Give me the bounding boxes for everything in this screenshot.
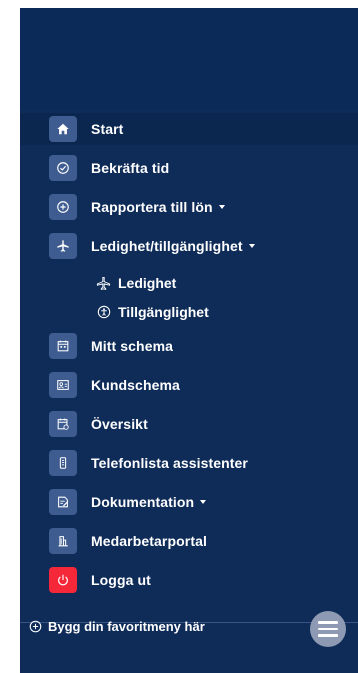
menu-item-label: Dokumentation (91, 494, 207, 510)
phone-list-icon (49, 450, 77, 476)
submenu-item-label: Tillgänglighet (118, 304, 209, 320)
document-edit-icon (49, 489, 77, 515)
customer-schedule-icon (49, 372, 77, 398)
plus-circle-icon (49, 194, 77, 220)
chevron-down-icon (248, 244, 255, 248)
menu-item-label: Ledighet/tillgänglighet (91, 238, 255, 254)
menu-item-start[interactable]: Start (20, 113, 358, 145)
airplane-icon (96, 276, 111, 291)
hamburger-menu-icon[interactable] (310, 611, 346, 647)
airplane-icon (49, 233, 77, 259)
menu-item-mitt-schema[interactable]: Mitt schema (20, 330, 358, 362)
menu-item-label: Mitt schema (91, 338, 174, 354)
plus-circle-icon (29, 620, 42, 633)
menu-item-dokumentation[interactable]: Dokumentation (20, 486, 358, 518)
build-favorites-link[interactable]: Bygg din favoritmeny här (29, 619, 205, 634)
menu-item-label: Logga ut (91, 572, 151, 588)
sidebar-header (20, 8, 358, 110)
chevron-down-icon (200, 500, 207, 504)
submenu-item-label: Ledighet (118, 275, 177, 291)
menu-item-label: Start (91, 121, 124, 137)
menu-item-oversikt[interactable]: Översikt (20, 408, 358, 440)
menu-item-label: Kundschema (91, 377, 180, 393)
menu-item-bekrafta-tid[interactable]: Bekräfta tid (20, 152, 358, 184)
menu-item-label: Översikt (91, 416, 148, 432)
calendar-icon (49, 333, 77, 359)
home-icon (49, 116, 77, 142)
sidebar: Start Bekräfta tid Rapportera till lön L… (20, 8, 358, 673)
build-favorites-label: Bygg din favoritmeny här (48, 619, 205, 634)
menu-item-ledighet-tillganglighet[interactable]: Ledighet/tillgänglighet (20, 230, 358, 262)
menu-item-medarbetarportal[interactable]: Medarbetarportal (20, 525, 358, 557)
menu-item-kundschema[interactable]: Kundschema (20, 369, 358, 401)
submenu-item-tillganglighet[interactable]: Tillgänglighet (96, 299, 209, 325)
menu-item-label: Bekräfta tid (91, 160, 170, 176)
menu-item-label: Medarbetarportal (91, 533, 207, 549)
menu-item-rapportera-till-lon[interactable]: Rapportera till lön (20, 191, 358, 223)
accessibility-icon (96, 305, 111, 320)
menu-item-logga-ut[interactable]: Logga ut (20, 564, 358, 596)
check-circle-icon (49, 155, 77, 181)
portal-icon (49, 528, 77, 554)
power-icon (49, 567, 77, 593)
menu-item-label: Rapportera till lön (91, 199, 225, 215)
menu-item-label: Telefonlista assistenter (91, 455, 248, 471)
menu-item-telefonlista-assistenter[interactable]: Telefonlista assistenter (20, 447, 358, 479)
submenu-item-ledighet[interactable]: Ledighet (96, 270, 176, 296)
overview-calendar-icon (49, 411, 77, 437)
chevron-down-icon (218, 205, 225, 209)
